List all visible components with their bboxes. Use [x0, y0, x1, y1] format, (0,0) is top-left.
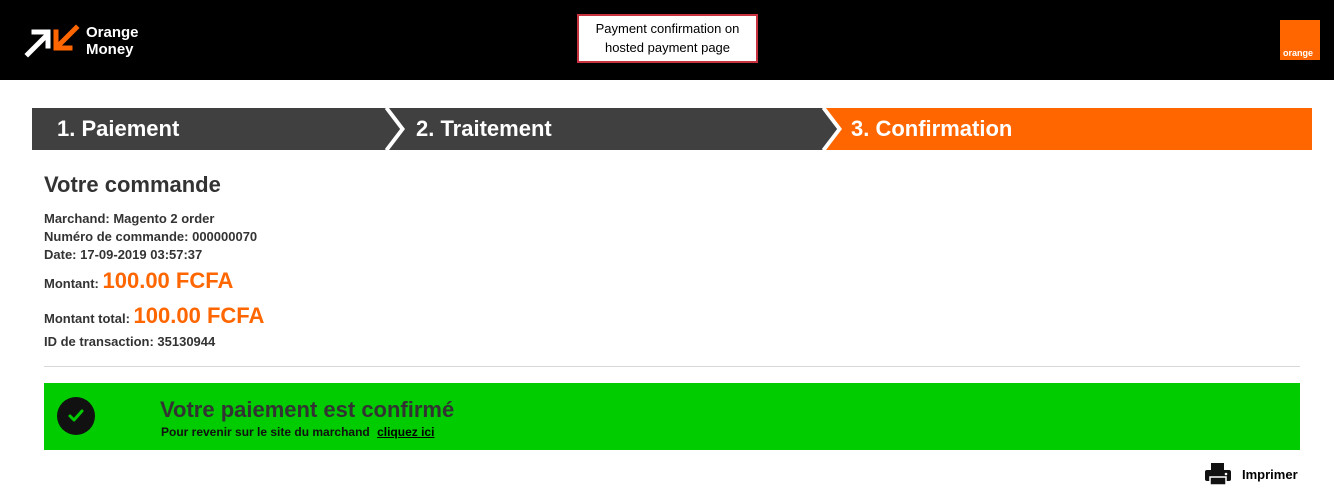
order-title: Votre commande [44, 172, 221, 197]
orange-logo[interactable]: orange [1280, 20, 1320, 60]
top-bar: Orange Money Payment confirmation on hos… [0, 0, 1334, 80]
confirmation-banner: Votre paiement est confirmé Pour revenir… [44, 383, 1300, 450]
brand-line-2: Money [86, 41, 134, 58]
merchant-line: Marchand: Magento 2 order [44, 211, 215, 226]
orange-logo-text: orange [1283, 48, 1314, 58]
return-link[interactable]: cliquez ici [377, 425, 434, 439]
total-line: Montant total: 100.00 FCFA [44, 303, 264, 329]
amount-line: Montant: 100.00 FCFA [44, 268, 233, 294]
orange-money-brand[interactable]: Orange Money [24, 24, 139, 58]
brand-line-1: Orange [86, 24, 139, 41]
order-number-line: Numéro de commande: 000000070 [44, 229, 258, 244]
amount-value: 100.00 FCFA [102, 268, 234, 293]
callout-line-2: hosted payment page [604, 40, 731, 55]
brand-name: Orange Money [86, 24, 139, 58]
steps-background [32, 108, 1312, 150]
callout-line-1: Payment confirmation on [595, 21, 740, 36]
confirmation-title: Votre paiement est confirmé [160, 397, 455, 422]
divider [44, 366, 1300, 367]
print-button[interactable]: Imprimer [1204, 462, 1298, 486]
total-value: 100.00 FCFA [133, 303, 265, 328]
print-label: Imprimer [1242, 466, 1298, 482]
step-confirmation: 3. Confirmation [851, 116, 1013, 141]
step-paiement: 1. Paiement [57, 116, 180, 141]
annotation-callout: Payment confirmation on hosted payment p… [577, 14, 758, 63]
total-label: Montant total: [44, 311, 130, 326]
confirmation-subtitle: Pour revenir sur le site du marchand cli… [161, 425, 434, 439]
step-traitement: 2. Traitement [416, 116, 552, 141]
return-text: Pour revenir sur le site du marchand [161, 425, 370, 439]
date-line: Date: 17-09-2019 03:57:37 [44, 247, 203, 262]
progress-steps: 1. Paiement 2. Traitement 3. Confirmatio… [32, 108, 1312, 150]
printer-icon [1205, 463, 1231, 486]
orange-money-logo-icon [24, 24, 80, 58]
transaction-line: ID de transaction: 35130944 [44, 334, 216, 349]
amount-label: Montant: [44, 276, 99, 291]
check-circle-icon [57, 397, 95, 435]
